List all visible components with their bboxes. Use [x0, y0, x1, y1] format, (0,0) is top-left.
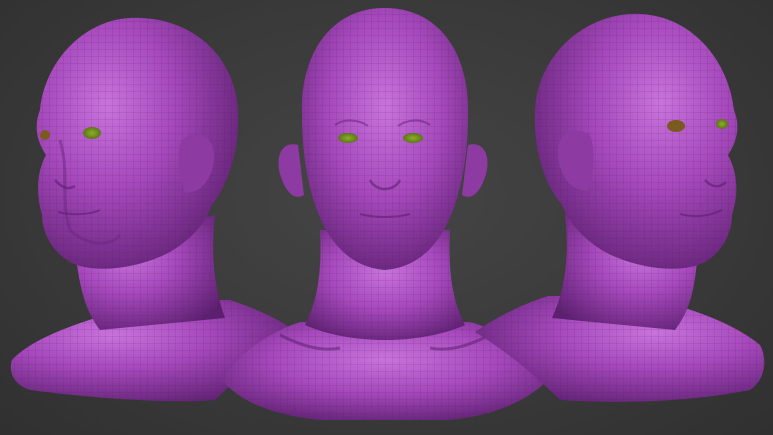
- eye-right-2: [716, 119, 728, 129]
- eye-front-2: [403, 133, 423, 143]
- head-front: [222, 8, 548, 420]
- head-three-quarter-left: [10, 17, 301, 402]
- head-three-quarter-right: [475, 13, 765, 402]
- ear-front-left: [278, 144, 304, 197]
- eye-right-1: [667, 120, 685, 132]
- 3d-viewport[interactable]: [0, 0, 773, 435]
- eye-left-1: [83, 127, 101, 139]
- eye-front-1: [338, 133, 358, 143]
- eye-left-2: [40, 130, 50, 140]
- sculpt-render: [10, 8, 765, 420]
